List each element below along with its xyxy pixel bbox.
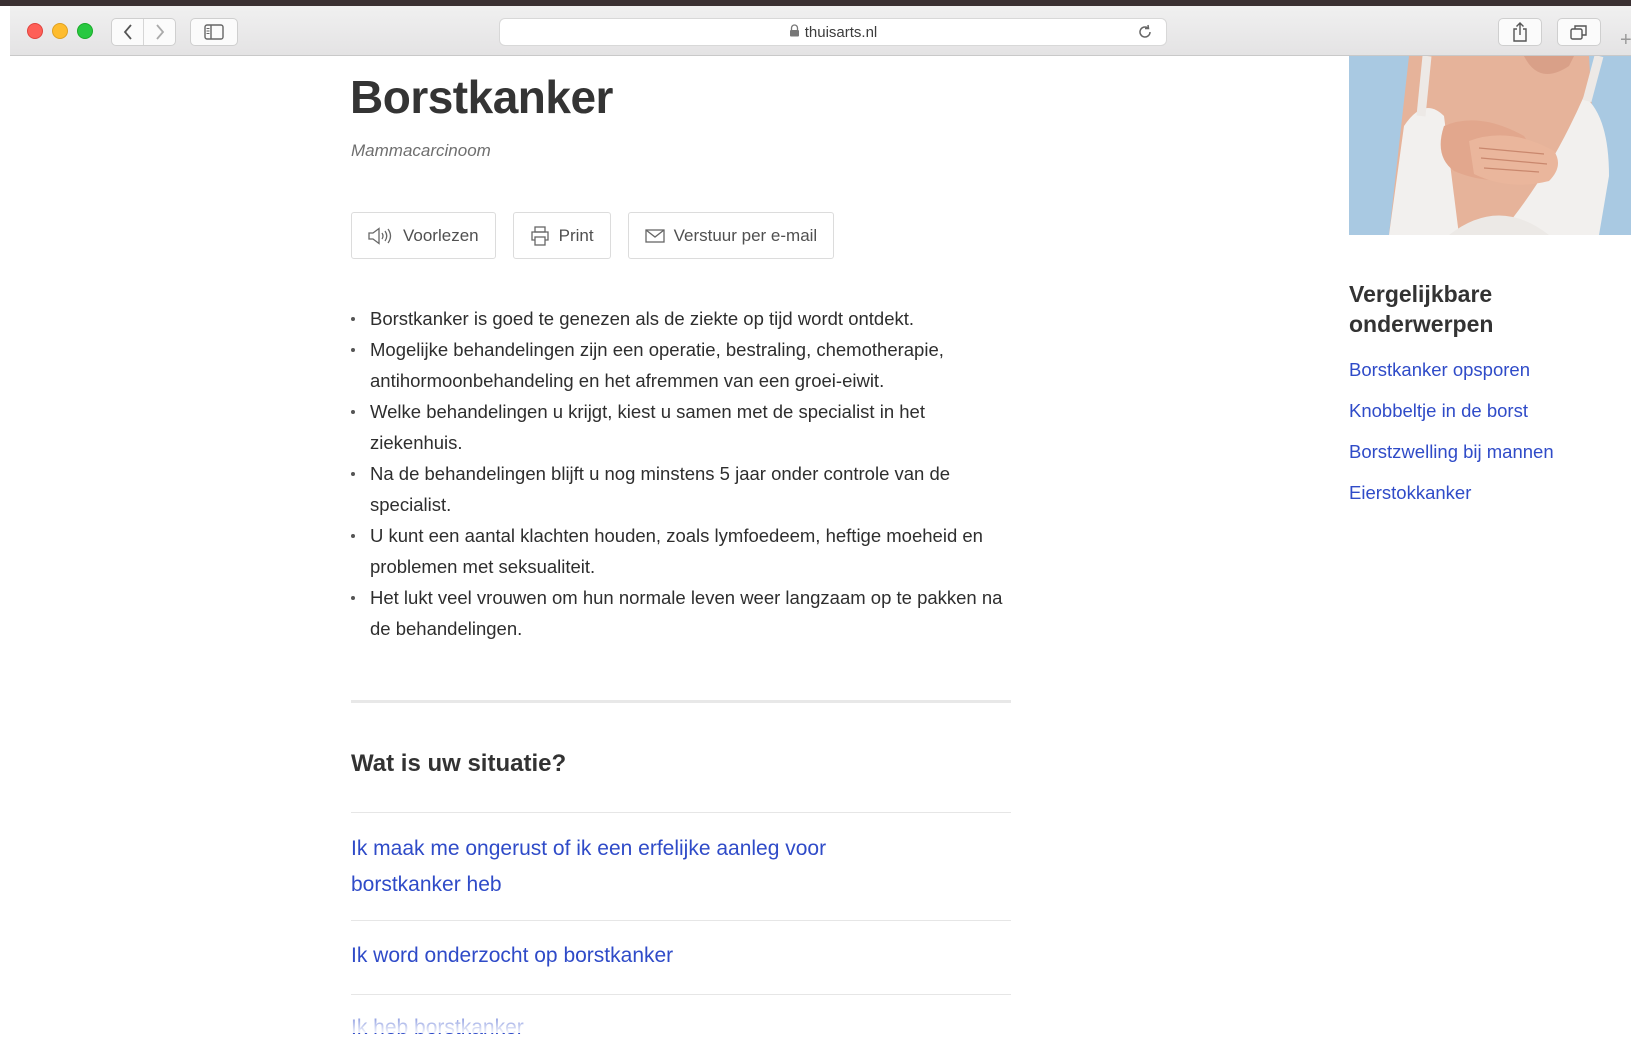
related-link-gynecomastia[interactable]: Borstzwelling bij mannen: [1349, 438, 1554, 479]
situation-heading: Wat is uw situatie?: [351, 750, 567, 777]
section-divider: [351, 700, 1011, 703]
page-subtitle: Mammacarcinoom: [351, 141, 491, 160]
print-label: Print: [558, 225, 594, 245]
summary-item: Na de behandelingen blijft u nog minsten…: [351, 458, 1021, 520]
close-window-button[interactable]: [27, 23, 43, 39]
read-aloud-button[interactable]: Voorlezen: [351, 212, 496, 259]
related-topics-list: Borstkanker opsporen Knobbeltje in de bo…: [1349, 356, 1554, 520]
share-icon: [1513, 22, 1527, 42]
lock-icon: [789, 23, 800, 41]
new-tab-icon[interactable]: +: [1620, 29, 1631, 52]
summary-item: U kunt een aantal klachten houden, zoals…: [351, 520, 1021, 582]
chevron-left-icon: [123, 24, 132, 40]
browser-toolbar: thuisarts.nl +: [10, 6, 1631, 56]
email-label: Verstuur per e-mail: [673, 225, 818, 245]
related-link-ovarian-cancer[interactable]: Eierstokkanker: [1349, 479, 1554, 520]
tab-overview-button[interactable]: [1557, 18, 1601, 46]
bottom-shadow: [0, 1003, 1631, 1033]
chevron-right-icon: [155, 24, 164, 40]
sidebar-icon: [204, 24, 224, 40]
reload-icon[interactable]: [1136, 23, 1154, 45]
woman-hands-on-chest-illustration: [1349, 56, 1631, 235]
history-navigation: [111, 18, 176, 46]
tabs-icon: [1570, 25, 1587, 40]
read-aloud-label: Voorlezen: [403, 225, 479, 245]
related-link-lump[interactable]: Knobbeltje in de borst: [1349, 397, 1554, 438]
page-title: Borstkanker: [350, 71, 613, 123]
zoom-window-button[interactable]: [77, 23, 93, 39]
minimize-window-button[interactable]: [52, 23, 68, 39]
printer-icon: [530, 225, 549, 246]
speaker-icon: [368, 226, 392, 245]
situation-item: Ik word onderzocht op borstkanker: [351, 920, 1011, 994]
situation-item: Ik maak me ongerust of ik een erfelijke …: [351, 812, 1011, 920]
envelope-icon: [644, 228, 665, 243]
forward-button[interactable]: [143, 19, 175, 45]
email-button[interactable]: Verstuur per e-mail: [627, 212, 835, 259]
summary-item: Mogelijke behandelingen zijn een operati…: [351, 334, 1021, 396]
url-text: thuisarts.nl: [804, 23, 878, 41]
related-topics-heading: Vergelijkbare onderwerpen: [1349, 281, 1494, 337]
article-actions: Voorlezen Print Verstuur per e-mail: [351, 212, 835, 259]
article-photo: [1349, 56, 1631, 235]
address-bar[interactable]: thuisarts.nl: [499, 18, 1167, 46]
situation-link-examined[interactable]: Ik word onderzocht op borstkanker: [351, 944, 673, 967]
summary-item: Het lukt veel vrouwen om hun normale lev…: [351, 582, 1021, 644]
print-button[interactable]: Print: [512, 212, 611, 259]
related-link-screening[interactable]: Borstkanker opsporen: [1349, 356, 1554, 397]
share-button[interactable]: [1498, 18, 1542, 46]
summary-item: Welke behandelingen u krijgt, kiest u sa…: [351, 396, 1021, 458]
summary-item: Borstkanker is goed te genezen als de zi…: [351, 303, 1021, 334]
back-button[interactable]: [112, 19, 143, 45]
situation-link-hereditary[interactable]: Ik maak me ongerust of ik een erfelijke …: [351, 831, 871, 903]
sidebar-toggle-button[interactable]: [190, 18, 238, 46]
summary-list: Borstkanker is goed te genezen als de zi…: [351, 303, 1021, 644]
